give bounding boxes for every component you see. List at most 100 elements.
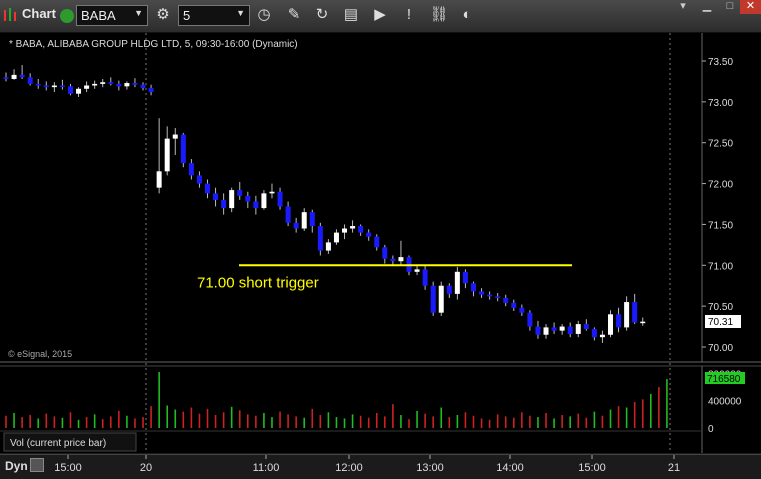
candle-body — [567, 326, 573, 334]
candle-body — [551, 327, 557, 331]
candle — [148, 84, 154, 96]
last-price-label: 70.31 — [708, 317, 733, 328]
candle — [269, 183, 275, 199]
candle — [342, 224, 348, 240]
volume-tick-label: 0 — [708, 424, 714, 435]
symbol-input[interactable]: BABA ▼ — [76, 5, 148, 26]
candle-body — [559, 326, 565, 331]
vertical-gridlines — [145, 33, 671, 453]
candle — [350, 220, 356, 233]
candle — [422, 265, 428, 290]
candle-body — [325, 242, 331, 251]
candle-body — [229, 190, 235, 209]
candle — [535, 320, 541, 339]
candle-body — [333, 232, 339, 243]
candle-body — [19, 74, 25, 78]
candle-body — [261, 193, 267, 209]
studies-icon[interactable]: ▤ — [340, 5, 362, 26]
volume-tick-label: 400000 — [708, 397, 742, 408]
candle — [261, 190, 267, 210]
refresh-icon[interactable]: ↻ — [311, 5, 333, 26]
candle-body — [366, 232, 372, 237]
maximize-icon[interactable]: □ — [719, 0, 741, 14]
candle — [19, 65, 25, 79]
minimize-icon[interactable]: ▁ — [696, 0, 718, 14]
candle — [470, 281, 476, 297]
candle — [591, 327, 597, 341]
candle — [446, 283, 452, 298]
price-tick-label: 73.50 — [708, 57, 733, 68]
alert-icon[interactable]: ! — [398, 5, 420, 26]
symbol-settings-icon[interactable]: ⚙ — [152, 5, 174, 26]
candle-body — [608, 314, 613, 335]
candle — [519, 304, 525, 316]
link-icon[interactable]: ⛓ — [428, 5, 450, 26]
candle — [253, 195, 259, 215]
candle — [503, 294, 509, 307]
app-menu-icon[interactable] — [3, 7, 17, 28]
candle-body — [164, 138, 170, 172]
candle-body — [374, 236, 380, 248]
candle-body — [237, 190, 243, 196]
candle — [285, 201, 291, 227]
candle-body — [221, 199, 227, 209]
candle — [156, 118, 162, 194]
candle — [599, 330, 605, 343]
candle — [430, 281, 436, 316]
candle — [132, 78, 138, 88]
candle-body — [519, 307, 525, 313]
candle-body — [156, 171, 162, 188]
candle — [196, 171, 202, 188]
candle — [640, 317, 646, 326]
candle — [116, 80, 122, 91]
candle-body — [503, 297, 509, 303]
volume-legend-label: Vol (current price bar) — [10, 438, 106, 449]
candle-body — [108, 82, 114, 84]
time-tick-label: 13:00 — [416, 462, 444, 474]
price-tick-label: 71.00 — [708, 261, 733, 272]
candle — [27, 73, 33, 86]
time-tick-label: 15:00 — [54, 462, 82, 474]
time-tick-label: 21 — [668, 462, 680, 474]
candle-body — [398, 257, 404, 262]
candle — [51, 82, 57, 93]
chevron-down-icon[interactable]: ▼ — [236, 8, 245, 18]
price-tick-label: 71.50 — [708, 220, 733, 231]
candle — [180, 132, 186, 168]
candle-body — [350, 226, 356, 229]
candle-body — [632, 302, 638, 323]
close-icon[interactable]: ✕ — [740, 0, 761, 14]
candle — [164, 126, 170, 176]
candle — [3, 72, 9, 82]
candle-body — [454, 271, 460, 294]
candle — [213, 187, 219, 207]
candle-body — [438, 285, 444, 313]
candle — [358, 224, 364, 236]
candle-body — [575, 324, 581, 334]
window-menu-icon[interactable]: ▾ — [672, 0, 694, 14]
price-tick-label: 72.00 — [708, 180, 733, 191]
candle-body — [293, 222, 299, 229]
candle — [438, 281, 444, 316]
candle — [11, 69, 17, 80]
price-tick-label: 73.00 — [708, 98, 733, 109]
candle-body — [205, 183, 210, 194]
candle-body — [180, 134, 186, 164]
candle — [325, 239, 331, 254]
play-icon[interactable]: ▶ — [369, 5, 391, 26]
history-icon[interactable]: ◷ — [253, 5, 275, 26]
candle-body — [382, 247, 388, 259]
candle — [462, 269, 468, 289]
draw-pencil-icon[interactable]: ✎ — [283, 5, 305, 26]
candle-body — [535, 326, 541, 335]
chart-svg: 73.50 73.00 72.50 72.00 71.50 71.00 70.50 70.00… — [0, 33, 761, 453]
interval-select[interactable]: 5 ▼ — [178, 5, 250, 26]
candle-body — [277, 191, 283, 207]
chevron-down-icon[interactable]: ▼ — [134, 8, 143, 18]
candle-body — [269, 191, 275, 194]
candle — [366, 229, 372, 241]
candle — [76, 87, 82, 97]
candle — [543, 324, 549, 339]
candle — [575, 320, 581, 338]
color-icon[interactable]: ◐ — [456, 5, 478, 26]
